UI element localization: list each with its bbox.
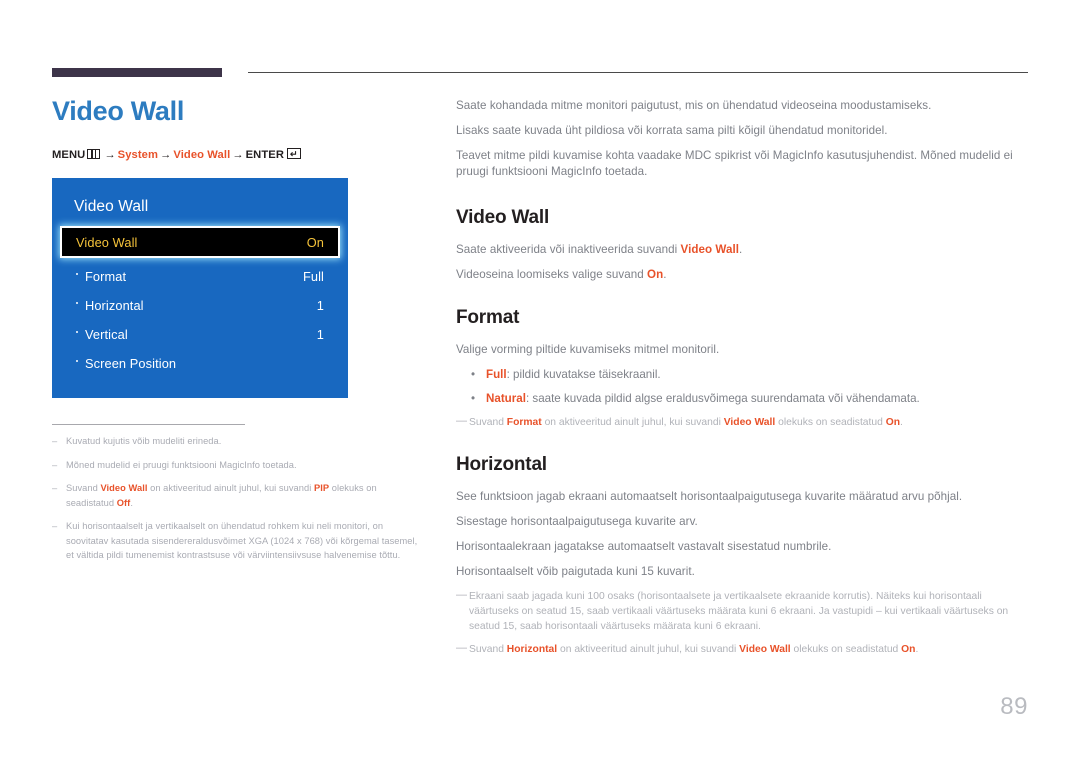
footnote-item: – Mõned mudelid ei pruugi funktsiooni Mag… <box>52 458 424 473</box>
left-footnote-list: – Kuvatud kujutis võib mudeliti erineda. –… <box>52 434 424 563</box>
section-note: — Suvand Horizontal on aktiveeritud ainul… <box>456 642 1028 657</box>
section-paragraph: Horisontaalselt võib paigutada kuni 15 k… <box>456 565 695 578</box>
header-rule <box>52 68 1028 78</box>
osd-row-list: Video Wall On Format Full Horizontal 1 V… <box>52 228 348 378</box>
bullet-dot-icon: • <box>470 392 476 405</box>
osd-row-label-wrap: Video Wall <box>76 235 137 250</box>
footnote-divider <box>52 424 245 425</box>
menu-path: MENU → System → Video Wall → ENTER ↵ <box>52 148 424 161</box>
right-column: Saate kohandada mitme monitori paigutust… <box>456 98 1028 665</box>
menu-icon <box>87 149 101 159</box>
intro-paragraph: Teavet mitme pildi kuvamise kohta vaadak… <box>456 149 1013 178</box>
manual-page: Video Wall MENU → System → Video Wall → ENTER ↵… <box>0 0 1080 763</box>
header-thin-line <box>248 72 1028 73</box>
footnote-dash-icon: – <box>52 521 58 531</box>
note-dash-icon: — <box>456 415 467 427</box>
note-text: Ekraani saab jagada kuni 100 osaks (hori… <box>469 591 1009 632</box>
left-column: Video Wall MENU → System → Video Wall → ENTER ↵… <box>52 95 424 572</box>
section-paragraph: Valige vorming piltide kuvamiseks mitmel… <box>456 343 720 356</box>
osd-row-value: Full <box>302 269 324 284</box>
osd-row-label: Screen Position <box>85 356 177 371</box>
menu-path-arrow-2: → <box>160 149 172 161</box>
note-text: Suvand Format on aktiveeritud ainult juh… <box>469 417 903 428</box>
section-bullet-list: • Full: pildid kuvatakse täisekraanil. • Na… <box>456 367 1028 407</box>
bullet-dot-icon <box>76 302 78 304</box>
bullet-text: Full: pildid kuvatakse täisekraanil. <box>486 368 661 381</box>
bullet-dot-icon: • <box>470 368 476 381</box>
osd-panel: Video Wall Video Wall On Format Full Hor… <box>52 178 348 398</box>
osd-row-horizontal[interactable]: Horizontal 1 <box>52 291 348 320</box>
section-paragraph: Horisontaalekraan jagatakse automaatselt… <box>456 540 832 553</box>
osd-row-video-wall[interactable]: Video Wall On <box>62 228 338 256</box>
menu-path-step-system: System <box>117 149 159 161</box>
section-heading: Video Wall <box>456 207 550 228</box>
menu-path-arrow-1: → <box>104 149 116 161</box>
footnote-dash-icon: – <box>52 483 58 493</box>
osd-row-value: On <box>306 234 324 250</box>
bullet-item: • Full: pildid kuvatakse täisekraanil. <box>456 367 1028 383</box>
menu-path-step-video-wall: Video Wall <box>173 149 231 161</box>
osd-row-label: Format <box>85 269 127 284</box>
note-dash-icon: — <box>456 642 467 654</box>
note-text: Suvand Horizontal on aktiveeritud ainult… <box>469 644 919 655</box>
osd-row-label: Vertical <box>85 327 128 342</box>
osd-row-screen-position[interactable]: Screen Position <box>52 349 348 378</box>
bullet-item: • Natural: saate kuvada pildid algse eral… <box>456 391 1028 407</box>
osd-row-value: 1 <box>316 327 324 342</box>
bullet-dot-icon <box>76 331 78 333</box>
osd-row-label: Video Wall <box>76 234 138 250</box>
footnote-dash-icon: – <box>52 459 58 470</box>
osd-row-label-wrap: Horizontal <box>76 298 144 313</box>
osd-row-vertical[interactable]: Vertical 1 <box>52 320 348 349</box>
note-dash-icon: — <box>456 589 467 601</box>
section-paragraph: Saate aktiveerida või inaktiveerida suva… <box>456 243 743 256</box>
section-paragraph: See funktsioon jagab ekraani automaatsel… <box>456 490 963 503</box>
section-paragraph: Videoseina loomiseks valige suvand On. <box>456 268 667 281</box>
section-heading: Horizontal <box>456 454 547 475</box>
menu-path-prefix: MENU <box>52 149 86 161</box>
enter-key-icon: ↵ <box>287 148 302 159</box>
footnote-item: – Suvand Video Wall on aktiveeritud ainul… <box>52 481 424 510</box>
osd-row-format[interactable]: Format Full <box>52 262 348 291</box>
section-note: — Suvand Format on aktiveeritud ainult ju… <box>456 415 1028 430</box>
osd-row-label-wrap: Screen Position <box>76 356 176 371</box>
footnote-dash-icon: – <box>52 436 58 446</box>
bullet-text: Natural: saate kuvada pildid algse erald… <box>486 392 920 405</box>
intro-paragraph: Lisaks saate kuvada üht pildiosa või kor… <box>456 124 888 137</box>
section-note: — Ekraani saab jagada kuni 100 osaks (hor… <box>456 589 1028 634</box>
footnote-text: Kui horisontaalselt ja vertikaalselt on … <box>66 521 418 560</box>
footnote-text: Mõned mudelid ei pruugi funktsiooni Magi… <box>66 459 297 470</box>
bullet-dot-icon <box>76 360 78 362</box>
header-accent-bar <box>52 68 222 77</box>
menu-path-enter: ENTER <box>245 149 285 161</box>
footnote-item: – Kuvatud kujutis võib mudeliti erineda. <box>52 434 424 449</box>
section-heading: Format <box>456 307 520 328</box>
page-title: Video Wall <box>52 96 185 126</box>
osd-panel-title: Video Wall <box>74 198 149 215</box>
footnote-text: Kuvatud kujutis võib mudeliti erineda. <box>66 436 222 446</box>
page-number: 89 <box>1000 693 1028 720</box>
menu-path-arrow-3: → <box>232 149 244 161</box>
footnote-item: – Kui horisontaalselt ja vertikaalselt on… <box>52 519 424 563</box>
bullet-dot-icon <box>76 273 78 275</box>
osd-row-value: 1 <box>316 298 324 313</box>
osd-row-label: Horizontal <box>85 298 144 313</box>
footnote-text: Suvand Video Wall on aktiveeritud ainult… <box>66 483 377 508</box>
section-paragraph: Sisestage horisontaalpaigutusega kuvarit… <box>456 515 698 528</box>
osd-row-label-wrap: Format <box>76 269 126 284</box>
osd-row-label-wrap: Vertical <box>76 327 128 342</box>
intro-paragraph: Saate kohandada mitme monitori paigutust… <box>456 99 932 112</box>
